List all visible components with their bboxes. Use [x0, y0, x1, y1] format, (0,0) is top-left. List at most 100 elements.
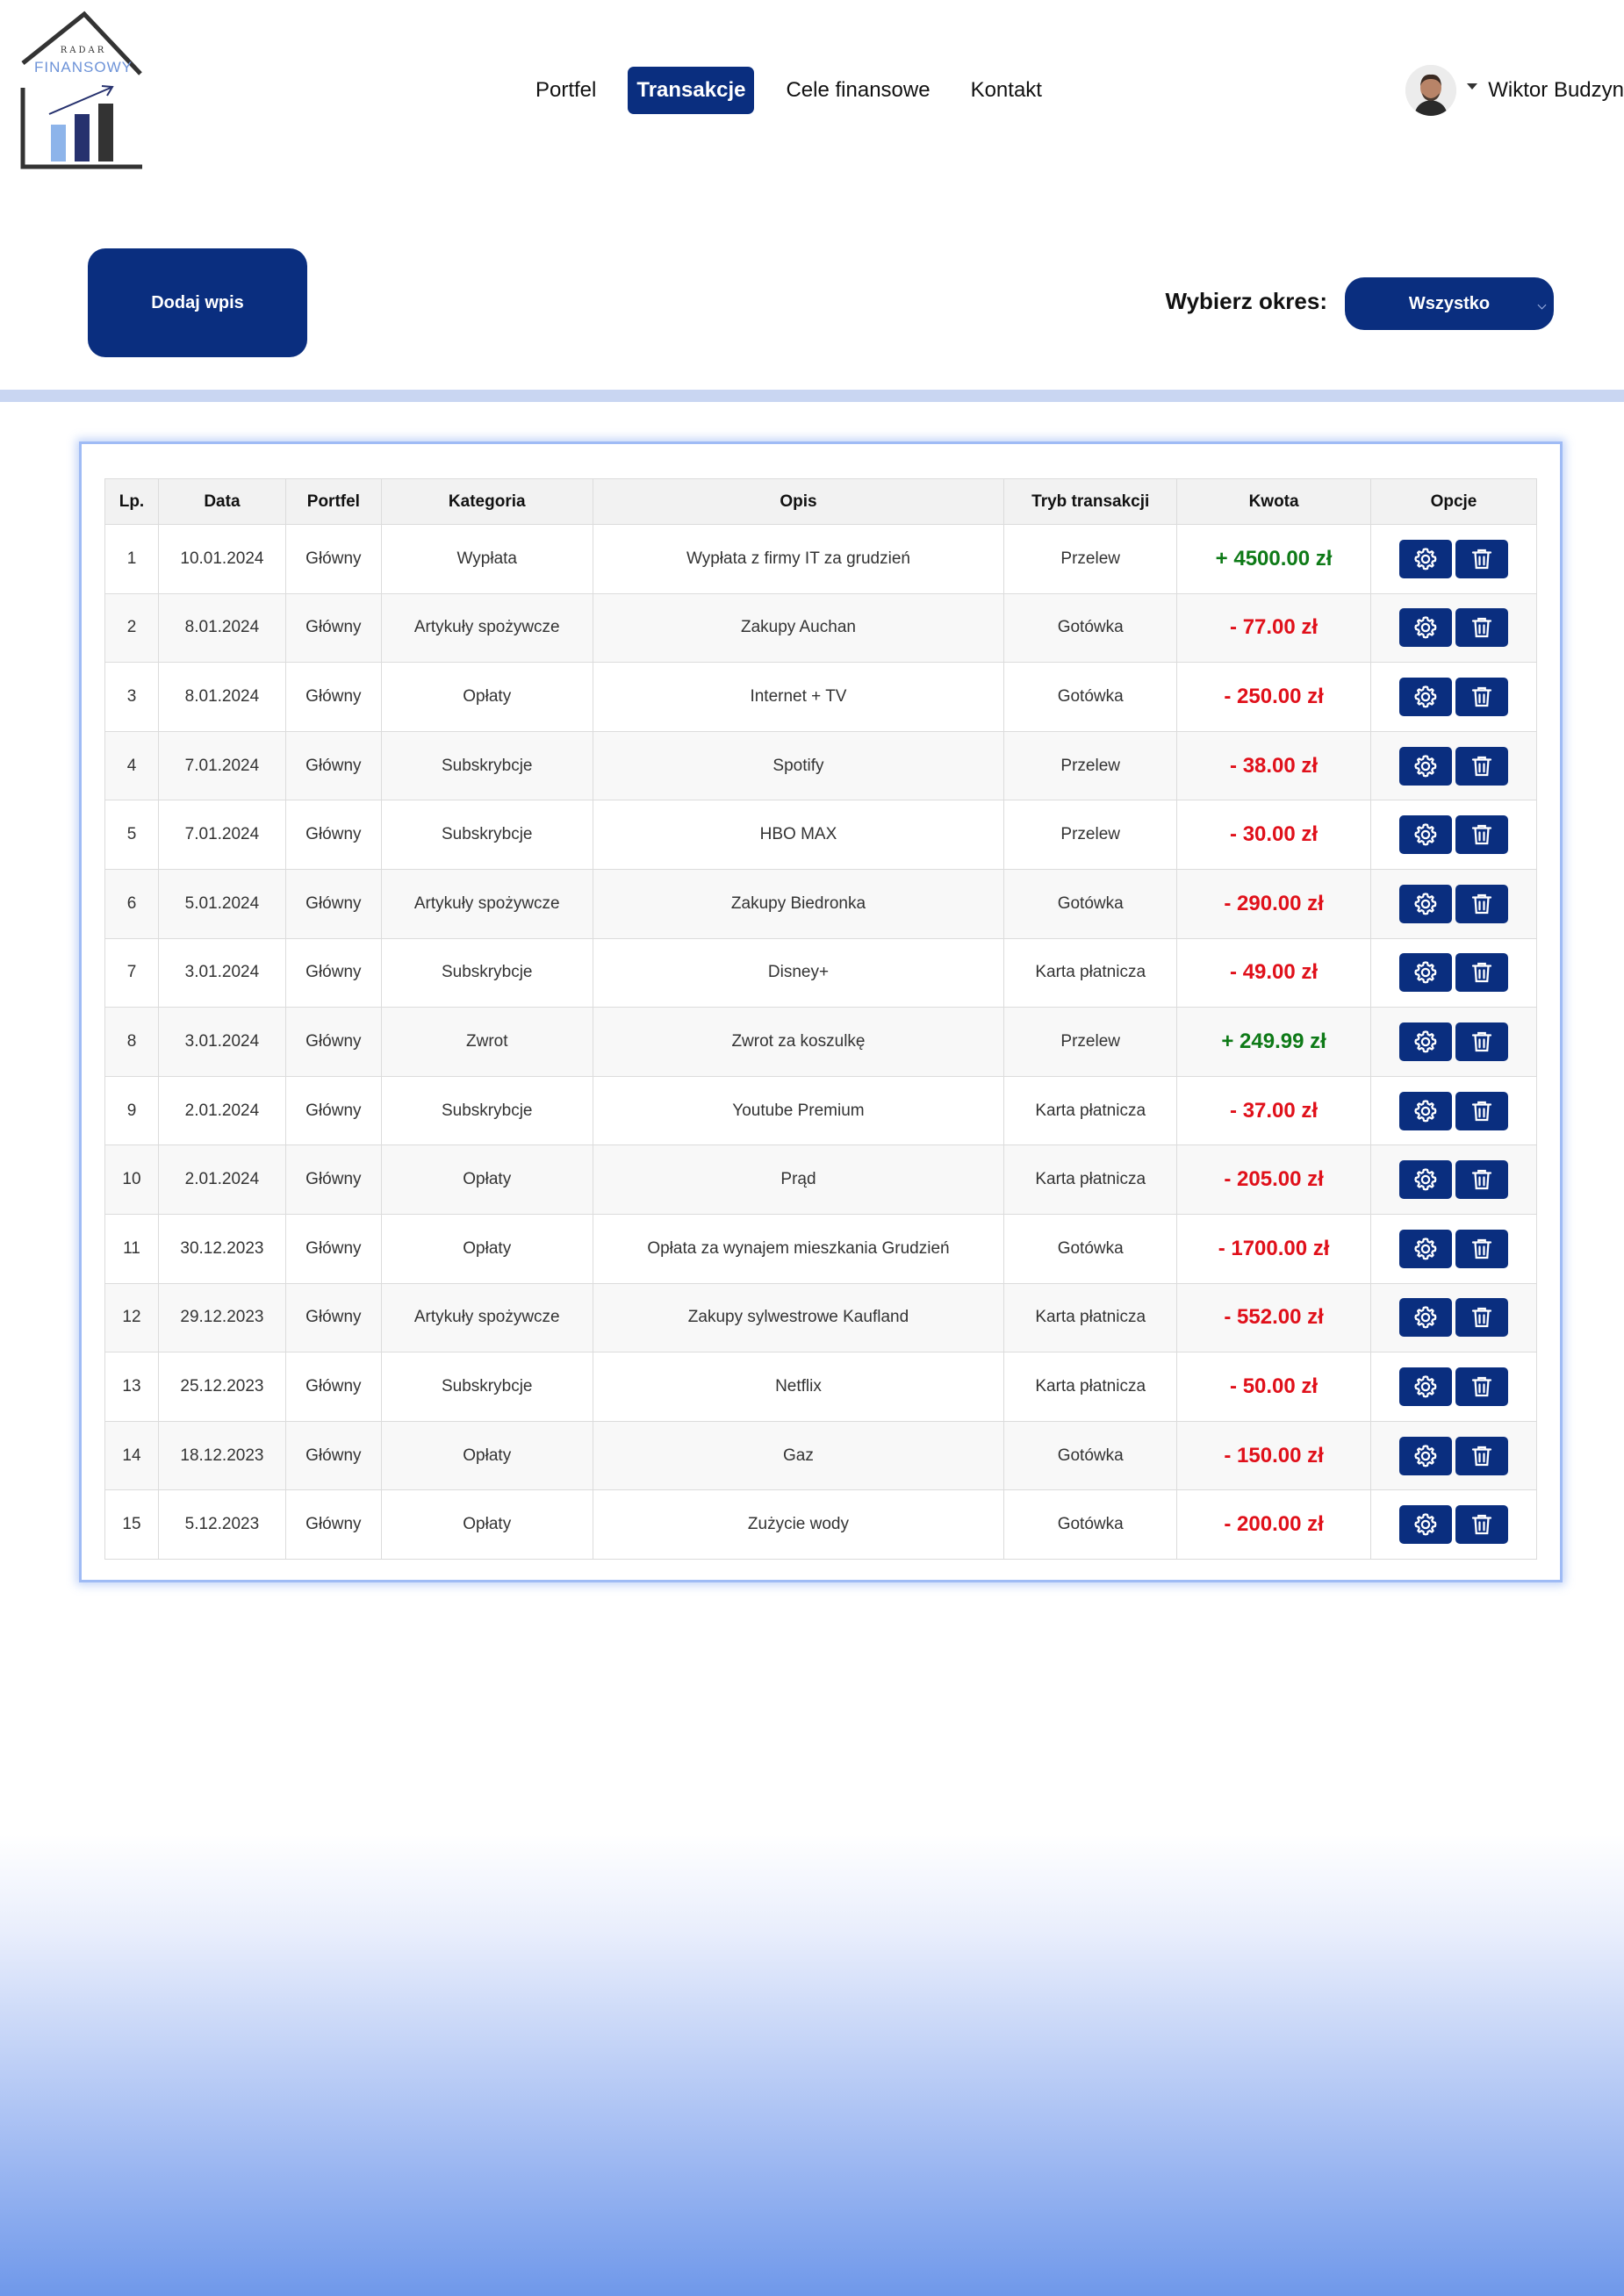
delete-button[interactable] — [1455, 677, 1508, 716]
delete-button[interactable] — [1455, 1229, 1508, 1268]
cell-amount: - 30.00 zł — [1176, 800, 1371, 870]
delete-button[interactable] — [1455, 1298, 1508, 1338]
cell-date: 7.01.2024 — [157, 730, 286, 801]
settings-button[interactable] — [1398, 1436, 1452, 1475]
cell-wallet: Główny — [284, 1144, 382, 1215]
nav-item-kontakt[interactable]: Kontakt — [962, 67, 1051, 114]
amount-value: - 205.00 zł — [1224, 1167, 1324, 1192]
amount-value: + 249.99 zł — [1221, 1029, 1326, 1053]
nav-item-transakcje[interactable]: Transakcje — [628, 67, 755, 114]
cell-wallet: Główny — [284, 1007, 382, 1077]
cell-description: Spotify — [592, 730, 1005, 801]
cell-description: Zakupy Auchan — [592, 592, 1005, 664]
settings-button[interactable] — [1398, 1505, 1452, 1545]
cell-options — [1369, 800, 1538, 870]
cell-description: Zwrot za koszulkę — [592, 1007, 1005, 1077]
gear-icon — [1412, 822, 1439, 848]
cell-lp: 14 — [104, 1420, 159, 1491]
trash-icon — [1469, 1443, 1495, 1469]
logo-brand-text: FINANSOWY — [34, 59, 133, 75]
settings-button[interactable] — [1398, 539, 1452, 578]
settings-button[interactable] — [1398, 1298, 1452, 1338]
cell-category: Opłaty — [380, 662, 593, 732]
delete-button[interactable] — [1455, 1367, 1508, 1406]
cell-description: Wypłata z firmy IT za grudzień — [592, 524, 1005, 594]
chevron-down-icon[interactable] — [1467, 83, 1478, 90]
cell-amount: - 290.00 zł — [1176, 868, 1371, 939]
cell-amount: - 150.00 zł — [1176, 1420, 1371, 1491]
delete-button[interactable] — [1455, 1160, 1508, 1200]
cell-amount: - 77.00 zł — [1176, 592, 1371, 664]
cell-category: Subskrybcje — [380, 730, 593, 801]
user-avatar[interactable] — [1405, 65, 1457, 116]
amount-value: - 552.00 zł — [1224, 1305, 1324, 1330]
user-menu[interactable]: Wiktor Budzyn — [1405, 63, 1624, 118]
table-row: 3 8.01.2024 Główny Opłaty Internet + TV Gotów… — [104, 662, 1538, 732]
header-kwota: Kwota — [1176, 478, 1371, 525]
cell-amount: + 249.99 zł — [1176, 1007, 1371, 1077]
trash-icon — [1469, 1304, 1495, 1331]
table-row: 12 29.12.2023 Główny Artykuły spożywcze Zaku… — [104, 1282, 1538, 1353]
cell-category: Opłaty — [380, 1420, 593, 1491]
cell-description: Prąd — [592, 1144, 1005, 1215]
delete-button[interactable] — [1455, 746, 1508, 786]
amount-value: - 77.00 zł — [1230, 615, 1319, 640]
cell-description: Zakupy sylwestrowe Kaufland — [592, 1282, 1005, 1353]
gear-icon — [1412, 1029, 1439, 1055]
settings-button[interactable] — [1398, 1229, 1452, 1268]
delete-button[interactable] — [1455, 1022, 1508, 1061]
settings-button[interactable] — [1398, 884, 1452, 923]
delete-button[interactable] — [1455, 539, 1508, 578]
cell-mode: Przelew — [1003, 730, 1178, 801]
row-actions — [1371, 539, 1536, 578]
settings-button[interactable] — [1398, 1367, 1452, 1406]
transactions-table: Lp. Data Portfel Kategoria Opis Tryb tra… — [104, 478, 1538, 1560]
nav-item-portfel[interactable]: Portfel — [527, 67, 605, 114]
gear-icon — [1412, 614, 1439, 641]
delete-button[interactable] — [1455, 1505, 1508, 1545]
nav-item-cele-finansowe[interactable]: Cele finansowe — [777, 67, 938, 114]
table-row: 13 25.12.2023 Główny Subskrybcje Netflix Kart… — [104, 1352, 1538, 1422]
cell-amount: + 4500.00 zł — [1176, 524, 1371, 594]
table-row: 2 8.01.2024 Główny Artykuły spożywcze Zakupy… — [104, 592, 1538, 664]
amount-value: - 50.00 zł — [1230, 1374, 1319, 1398]
amount-value: + 4500.00 zł — [1215, 546, 1333, 570]
settings-button[interactable] — [1398, 1022, 1452, 1061]
settings-button[interactable] — [1398, 1091, 1452, 1130]
delete-button[interactable] — [1455, 884, 1508, 923]
cell-date: 10.01.2024 — [157, 524, 286, 594]
cell-category: Wypłata — [380, 524, 593, 594]
settings-button[interactable] — [1398, 608, 1452, 648]
delete-button[interactable] — [1455, 815, 1508, 855]
avatar-icon — [1405, 65, 1457, 116]
delete-button[interactable] — [1455, 1436, 1508, 1475]
amount-value: - 49.00 zł — [1230, 960, 1319, 985]
cell-description: Internet + TV — [592, 662, 1005, 732]
cell-options — [1369, 1075, 1538, 1146]
period-select[interactable]: Wszystko — [1345, 277, 1554, 330]
delete-button[interactable] — [1455, 953, 1508, 993]
amount-value: - 1700.00 zł — [1218, 1236, 1330, 1260]
logo[interactable]: RADAR FINANSOWY — [19, 11, 144, 172]
cell-lp: 9 — [104, 1075, 159, 1146]
cell-wallet: Główny — [284, 1282, 382, 1353]
settings-button[interactable] — [1398, 953, 1452, 993]
add-entry-button[interactable]: Dodaj wpis — [88, 248, 307, 357]
main-nav: Portfel Transakcje Cele finansowe Kontak… — [527, 67, 1074, 114]
cell-category: Subskrybcje — [380, 1352, 593, 1422]
delete-button[interactable] — [1455, 1091, 1508, 1130]
settings-button[interactable] — [1398, 746, 1452, 786]
cell-description: Zużycie wody — [592, 1489, 1005, 1560]
settings-button[interactable] — [1398, 1160, 1452, 1200]
trash-icon — [1469, 1098, 1495, 1124]
settings-button[interactable] — [1398, 815, 1452, 855]
cell-date: 3.01.2024 — [157, 1007, 286, 1077]
delete-button[interactable] — [1455, 608, 1508, 648]
amount-value: - 37.00 zł — [1230, 1098, 1319, 1123]
user-name[interactable]: Wiktor Budzyn — [1488, 78, 1624, 103]
cell-lp: 7 — [104, 937, 159, 1008]
header-opis: Opis — [592, 478, 1005, 525]
header: RADAR FINANSOWY Portfel Transakcje Cele … — [0, 0, 1624, 184]
cell-category: Zwrot — [380, 1007, 593, 1077]
settings-button[interactable] — [1398, 677, 1452, 716]
